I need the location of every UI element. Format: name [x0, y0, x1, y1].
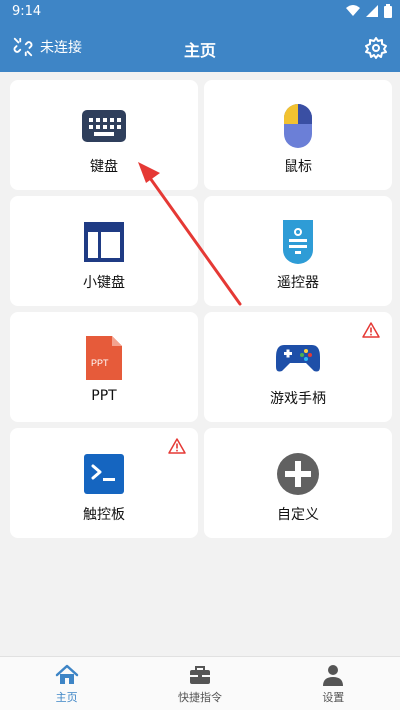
remote-icon: [276, 220, 320, 264]
person-icon: [323, 664, 344, 686]
keyboard-icon: [82, 104, 126, 148]
wifi-icon: [346, 5, 360, 16]
toolbox-icon: [189, 665, 210, 684]
card-ppt[interactable]: PPT PPT: [10, 312, 198, 422]
add-icon: [276, 452, 320, 496]
card-label: 自定义: [277, 507, 319, 523]
gear-icon[interactable]: [364, 36, 388, 60]
card-label: 鼠标: [284, 159, 312, 175]
feature-grid: 键盘 鼠标 小键盘 遥控器 PPT PPT 游戏手柄 触控板 自定义: [10, 80, 392, 538]
card-label: 触控板: [83, 507, 125, 523]
card-label: PPT: [91, 388, 117, 404]
touchpad-icon: [82, 452, 126, 496]
status-time: 9:14: [12, 4, 42, 19]
nav-item-shortcuts[interactable]: 快捷指令: [133, 657, 266, 710]
mouse-icon: [276, 104, 320, 148]
numpad-icon: [82, 220, 126, 264]
ppt-icon: PPT: [82, 336, 126, 380]
connection-label: 未连接: [40, 40, 82, 56]
nav-label: 快捷指令: [177, 690, 222, 704]
ppt-icon-text: PPT: [91, 358, 109, 368]
status-bar: 9:14: [0, 0, 400, 24]
card-label: 遥控器: [277, 275, 319, 291]
battery-icon: [384, 4, 392, 18]
card-touchpad[interactable]: 触控板: [10, 428, 198, 538]
card-keyboard[interactable]: 键盘: [10, 80, 198, 190]
nav-label: 设置: [322, 690, 345, 704]
card-remote[interactable]: 遥控器: [204, 196, 392, 306]
link-broken-icon: [13, 37, 33, 57]
warning-icon[interactable]: [362, 322, 380, 338]
card-label: 小键盘: [83, 275, 125, 291]
nav-item-settings[interactable]: 设置: [267, 657, 400, 710]
nav-label: 主页: [55, 690, 78, 704]
card-mouse[interactable]: 鼠标: [204, 80, 392, 190]
gamepad-icon: [276, 336, 320, 380]
app-bar: 未连接 主页: [0, 24, 400, 72]
bottom-navigation: 主页 快捷指令 设置: [0, 656, 400, 710]
connection-status[interactable]: 未连接: [12, 36, 82, 58]
card-label: 游戏手柄: [270, 391, 326, 407]
status-icons: [346, 4, 392, 18]
warning-icon[interactable]: [168, 438, 186, 454]
card-custom[interactable]: 自定义: [204, 428, 392, 538]
home-icon: [55, 664, 78, 684]
card-gamepad[interactable]: 游戏手柄: [204, 312, 392, 422]
card-numpad[interactable]: 小键盘: [10, 196, 198, 306]
nav-item-home[interactable]: 主页: [0, 657, 133, 710]
card-label: 键盘: [90, 159, 118, 175]
signal-icon: [366, 5, 378, 17]
